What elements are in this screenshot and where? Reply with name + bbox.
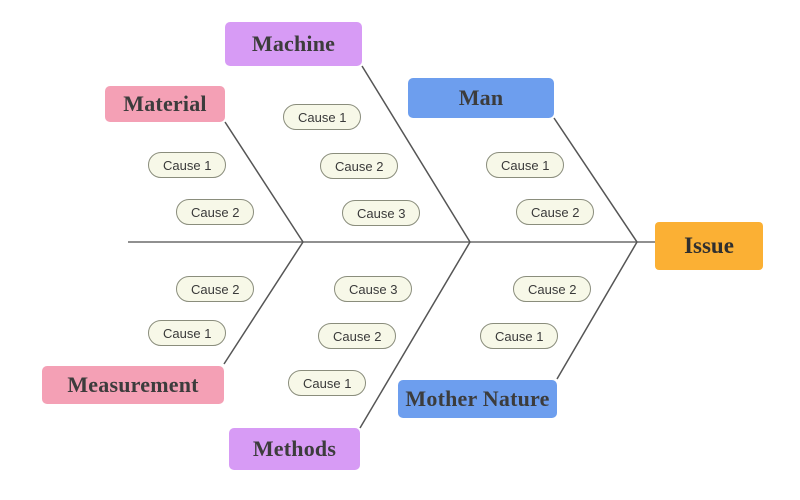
- cause-pill[interactable]: Cause 3: [342, 200, 421, 226]
- cause-pill[interactable]: Cause 1: [148, 152, 227, 178]
- issue-box[interactable]: Issue: [655, 222, 763, 270]
- cause-pill[interactable]: Cause 3: [334, 276, 413, 302]
- branch-line: [223, 241, 304, 365]
- category-label-machine[interactable]: Machine: [225, 22, 362, 66]
- cause-pill[interactable]: Cause 1: [283, 104, 362, 130]
- fishbone-diagram: Material Machine Man Measurement Methods Moth…: [0, 0, 800, 500]
- cause-pill[interactable]: Cause 2: [516, 199, 595, 225]
- cause-pill[interactable]: Cause 1: [148, 320, 227, 346]
- cause-pill[interactable]: Cause 2: [176, 276, 255, 302]
- cause-pill[interactable]: Cause 1: [480, 323, 559, 349]
- branch-line: [556, 241, 638, 380]
- category-label-material[interactable]: Material: [105, 86, 225, 122]
- cause-pill[interactable]: Cause 1: [486, 152, 565, 178]
- category-label-methods[interactable]: Methods: [229, 428, 360, 470]
- cause-pill[interactable]: Cause 1: [288, 370, 367, 396]
- cause-pill[interactable]: Cause 2: [318, 323, 397, 349]
- category-label-mother-nature[interactable]: Mother Nature: [398, 380, 557, 418]
- cause-pill[interactable]: Cause 2: [176, 199, 255, 225]
- cause-pill[interactable]: Cause 2: [320, 153, 399, 179]
- cause-pill[interactable]: Cause 2: [513, 276, 592, 302]
- category-label-man[interactable]: Man: [408, 78, 554, 118]
- category-label-measurement[interactable]: Measurement: [42, 366, 224, 404]
